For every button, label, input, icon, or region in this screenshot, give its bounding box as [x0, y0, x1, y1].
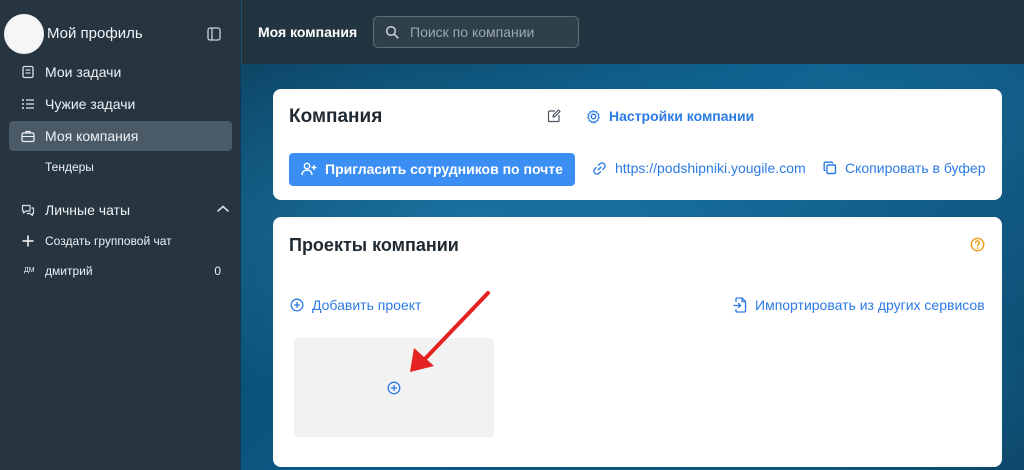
plus-circle-icon[interactable] [387, 381, 401, 395]
add-user-icon [301, 162, 317, 176]
link-icon [593, 161, 606, 175]
dm-chat-item[interactable]: ДМ дмитрий 0 [9, 256, 232, 286]
list-icon [22, 99, 34, 109]
sidebar-item-others-tasks[interactable]: Чужие задачи [9, 89, 232, 119]
invite-employees-button[interactable]: Пригласить сотрудников по почте [289, 153, 575, 186]
company-link-url: https://podshipniki.yougile.com [615, 160, 806, 176]
chat-icon [21, 204, 35, 217]
company-settings-link[interactable]: Настройки компании [586, 106, 754, 126]
briefcase-icon [21, 130, 35, 143]
dm-unread-count: 0 [214, 264, 221, 278]
sidebar-section-label: Личные чаты [45, 202, 131, 218]
invite-employees-label: Пригласить сотрудников по почте [325, 161, 563, 177]
copy-to-clipboard-label: Скопировать в буфер [845, 160, 986, 176]
copy-icon [823, 161, 837, 175]
copy-to-clipboard-button[interactable]: Скопировать в буфер [823, 160, 985, 176]
create-group-chat-label: Создать групповой чат [45, 234, 172, 248]
sidebar-item-my-company[interactable]: Моя компания [9, 121, 232, 151]
dm-name: дмитрий [45, 264, 93, 278]
sidebar-item-label: Мои задачи [45, 64, 122, 80]
avatar[interactable] [4, 14, 44, 54]
top-bar: Моя компания [241, 0, 1024, 64]
company-settings-label: Настройки компании [609, 108, 755, 124]
search-input[interactable] [410, 23, 570, 41]
projects-card: Проекты компании Добавить проект Импорти… [273, 217, 1002, 467]
page-title: Моя компания [258, 24, 358, 40]
search-icon [385, 25, 399, 39]
import-projects-button[interactable]: Импортировать из других сервисов [733, 297, 985, 313]
search-box[interactable] [373, 16, 579, 48]
projects-card-title: Проекты компании [289, 235, 459, 255]
file-import-icon [733, 297, 747, 313]
dm-avatar-initials: ДМ [24, 267, 35, 274]
import-projects-label: Импортировать из других сервисов [755, 297, 985, 313]
task-list-icon [22, 65, 34, 79]
help-icon[interactable] [970, 237, 985, 252]
company-card: Компания Настройки компании Пригласить с… [273, 89, 1002, 200]
plus-circle-icon [290, 298, 304, 312]
sidebar: Мой профиль Мои задачи Чужие задачи Моя … [0, 0, 240, 470]
company-card-title: Компания [289, 106, 383, 127]
sidebar-item-my-tasks[interactable]: Мои задачи [9, 57, 232, 87]
sidebar-collapse-icon[interactable] [207, 27, 221, 41]
new-project-tile[interactable] [294, 338, 494, 437]
plus-icon [22, 235, 34, 247]
sidebar-item-label: Моя компания [45, 128, 139, 144]
create-group-chat-button[interactable]: Создать групповой чат [9, 226, 232, 256]
profile-header[interactable]: Мой профиль [0, 0, 240, 64]
company-link[interactable]: https://podshipniki.yougile.com [592, 160, 806, 176]
edit-icon[interactable] [547, 109, 561, 123]
profile-name[interactable]: Мой профиль [47, 25, 143, 42]
chevron-up-icon[interactable] [216, 204, 230, 214]
add-project-label: Добавить проект [312, 297, 422, 313]
add-project-button[interactable]: Добавить проект [290, 297, 421, 313]
sidebar-item-label: Чужие задачи [45, 96, 136, 112]
sidebar-section-personal-chats[interactable]: Личные чаты [9, 195, 232, 225]
gear-icon [587, 109, 600, 123]
sidebar-item-tenders[interactable]: Тендеры [45, 160, 94, 174]
